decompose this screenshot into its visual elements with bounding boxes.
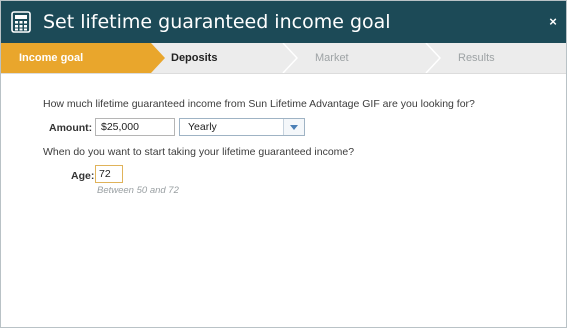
- age-input[interactable]: [95, 165, 123, 183]
- step-label: Deposits: [171, 52, 218, 64]
- amount-label: Amount:: [49, 122, 93, 134]
- chevron-down-icon: [290, 125, 298, 130]
- step-label: Market: [315, 52, 349, 64]
- frequency-select[interactable]: Yearly: [179, 118, 305, 136]
- amount-input[interactable]: [95, 118, 175, 136]
- step-deposits[interactable]: Deposits: [171, 43, 217, 73]
- step-label: Results: [458, 52, 495, 64]
- step-separator-icon: [425, 43, 442, 73]
- active-step-arrow: [151, 43, 165, 73]
- step-results: Results: [458, 43, 495, 73]
- age-question: When do you want to start taking your li…: [43, 146, 355, 158]
- close-button[interactable]: ×: [544, 13, 562, 31]
- dialog-title: Set lifetime guaranteed income goal: [43, 11, 391, 33]
- amount-question: How much lifetime guaranteed income from…: [43, 98, 475, 110]
- title-bar: Set lifetime guaranteed income goal ×: [1, 1, 566, 43]
- age-label: Age:: [71, 170, 95, 182]
- calculator-icon: [11, 11, 31, 33]
- step-market: Market: [315, 43, 349, 73]
- income-goal-dialog: Set lifetime guaranteed income goal × In…: [0, 0, 567, 328]
- dropdown-button[interactable]: [283, 119, 304, 135]
- frequency-value: Yearly: [188, 121, 217, 133]
- age-hint: Between 50 and 72: [97, 185, 179, 196]
- wizard-steps: Income goal Deposits Market Results: [1, 43, 566, 74]
- step-income-goal[interactable]: Income goal: [1, 43, 151, 73]
- step-separator-icon: [282, 43, 299, 73]
- step-label: Income goal: [19, 52, 84, 64]
